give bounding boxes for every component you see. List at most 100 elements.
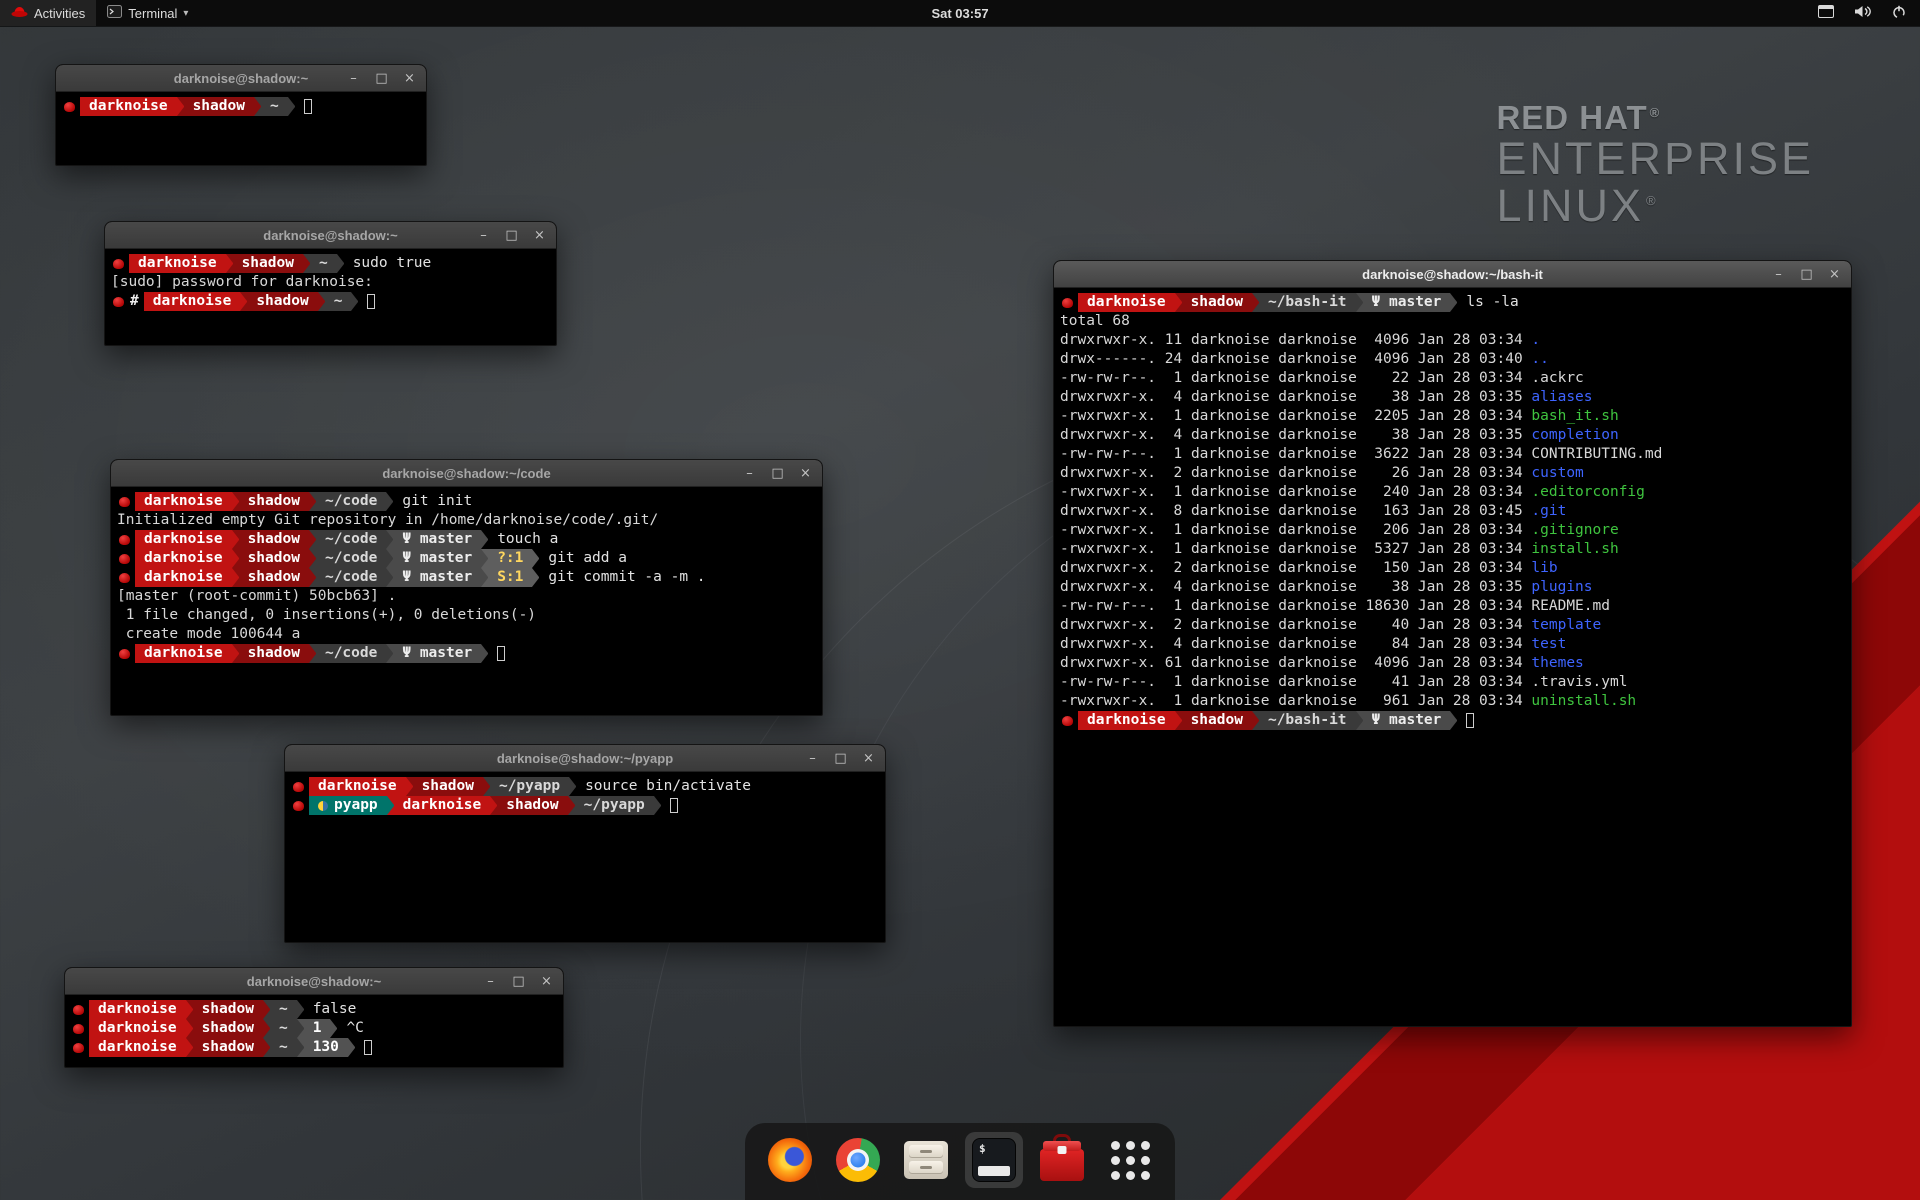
redhat-prompt-icon	[293, 782, 304, 792]
window-controls: – □ ×	[743, 460, 812, 486]
powerline-separator-icon	[337, 254, 344, 273]
clock[interactable]: Sat 03:57	[931, 6, 988, 21]
file-name: plugins	[1531, 579, 1592, 595]
prompt-segment-path: ~/code	[316, 530, 386, 549]
terminal-content[interactable]: darknoiseshadow~	[56, 92, 426, 121]
command-text: sudo true	[353, 254, 432, 273]
terminal-content[interactable]: darknoiseshadow~falsedarknoiseshadow~1^C…	[65, 995, 563, 1062]
powerline-separator-icon	[297, 1019, 304, 1038]
output-line: total 68	[1060, 312, 1845, 331]
close-button[interactable]: ×	[862, 752, 875, 765]
file-name: lib	[1531, 560, 1557, 576]
window-titlebar[interactable]: darknoise@shadow:~–□×	[105, 222, 556, 249]
powerline-separator-icon	[1252, 711, 1259, 730]
minimize-button[interactable]: –	[477, 229, 490, 242]
desktop: { "colors": { "seg_user_bg": "#c11312", …	[0, 0, 1920, 1200]
prompt-segment-user: darknoise	[89, 1038, 186, 1057]
terminal-window-2[interactable]: darknoise@shadow:~/code–□×darknoiseshado…	[110, 459, 823, 716]
powerline-separator-icon	[263, 1000, 270, 1019]
maximize-button[interactable]: □	[834, 752, 847, 765]
prompt-segment-host: shadow	[193, 1000, 263, 1019]
close-button[interactable]: ×	[540, 975, 553, 988]
file-name: completion	[1531, 427, 1618, 443]
redhat-prompt-icon	[293, 801, 304, 811]
powerline-separator-icon	[654, 796, 661, 815]
powerline-separator-icon	[481, 644, 488, 663]
file-list-line: drwxrwxr-x. 11 darknoise darknoise 4096 …	[1060, 331, 1845, 350]
prompt-segment-host: shadow	[497, 796, 567, 815]
window-titlebar[interactable]: darknoise@shadow:~–□×	[65, 968, 563, 995]
prompt-segment-user: darknoise	[80, 97, 177, 116]
maximize-button[interactable]: □	[375, 72, 388, 85]
activities-button[interactable]: Activities	[0, 0, 96, 26]
close-button[interactable]: ×	[799, 467, 812, 480]
prompt-segment-user: darknoise	[129, 254, 226, 273]
terminal-window-1[interactable]: darknoise@shadow:~–□×darknoiseshadow~sud…	[104, 221, 557, 346]
window-titlebar[interactable]: darknoise@shadow:~–□×	[56, 65, 426, 92]
powerline-separator-icon	[1175, 711, 1182, 730]
close-button[interactable]: ×	[1828, 268, 1841, 281]
powerline-separator-icon	[351, 292, 358, 311]
minimize-button[interactable]: –	[1772, 268, 1785, 281]
maximize-button[interactable]: □	[1800, 268, 1813, 281]
window-titlebar[interactable]: darknoise@shadow:~/pyapp–□×	[285, 745, 885, 772]
prompt-line: darknoiseshadow~/bash-itΨ masterls -la	[1060, 293, 1845, 312]
chrome-dock-item[interactable]	[829, 1132, 887, 1188]
terminal-dock-item[interactable]: $	[965, 1132, 1023, 1188]
toolbox-icon	[1040, 1149, 1084, 1181]
prompt-segment-path: ~	[261, 97, 288, 116]
root-indicator: #	[129, 292, 144, 311]
powerline-separator-icon	[481, 530, 488, 549]
terminal-content[interactable]: darknoiseshadow~sudo true[sudo] password…	[105, 249, 556, 316]
window-titlebar[interactable]: darknoise@shadow:~/code–□×	[111, 460, 822, 487]
terminal-window-0[interactable]: darknoise@shadow:~–□×darknoiseshadow~	[55, 64, 427, 166]
powerline-separator-icon	[569, 777, 576, 796]
prompt-segment-path: ~/pyapp	[490, 777, 569, 796]
python-icon	[318, 801, 328, 811]
window-controls: – □ ×	[347, 65, 416, 91]
terminal-content[interactable]: darknoiseshadow~/bash-itΨ masterls -lato…	[1054, 288, 1851, 735]
powerline-separator-icon	[297, 1038, 304, 1057]
power-icon[interactable]	[1892, 5, 1906, 22]
window-titlebar[interactable]: darknoise@shadow:~/bash-it–□×	[1054, 261, 1851, 288]
command-text: git commit -a -m .	[548, 568, 705, 587]
apps-dock-item[interactable]	[1101, 1132, 1159, 1188]
terminal-window-5[interactable]: darknoise@shadow:~/bash-it–□×darknoisesh…	[1053, 260, 1852, 1027]
file-name: .travis.yml	[1531, 674, 1627, 690]
maximize-button[interactable]: □	[771, 467, 784, 480]
terminal-window-4[interactable]: darknoise@shadow:~–□×darknoiseshadow~fal…	[64, 967, 564, 1068]
file-list-line: -rwxrwxr-x. 1 darknoise darknoise 961 Ja…	[1060, 692, 1845, 711]
prompt-segment-path: ~/code	[316, 568, 386, 587]
files-dock-item[interactable]	[897, 1132, 955, 1188]
output-line: [sudo] password for darknoise:	[111, 273, 550, 292]
powerline-separator-icon	[232, 568, 239, 587]
terminal-window-3[interactable]: darknoise@shadow:~/pyapp–□×darknoiseshad…	[284, 744, 886, 943]
firefox-dock-item[interactable]	[761, 1132, 819, 1188]
minimize-button[interactable]: –	[806, 752, 819, 765]
close-button[interactable]: ×	[403, 72, 416, 85]
screen-icon[interactable]	[1818, 5, 1834, 21]
toolbox-dock-item[interactable]	[1033, 1132, 1091, 1188]
minimize-button[interactable]: –	[484, 975, 497, 988]
terminal-content[interactable]: darknoiseshadow~/pyappsource bin/activat…	[285, 772, 885, 820]
powerline-separator-icon	[1356, 293, 1363, 312]
powerline-separator-icon	[1252, 293, 1259, 312]
app-menu-terminal[interactable]: Terminal ▾	[96, 0, 199, 26]
file-list-line: -rwxrwxr-x. 1 darknoise darknoise 2205 J…	[1060, 407, 1845, 426]
file-list-line: drwxrwxr-x. 2 darknoise darknoise 40 Jan…	[1060, 616, 1845, 635]
terminal-prompt-glyph: $	[979, 1142, 986, 1155]
close-button[interactable]: ×	[533, 229, 546, 242]
command-text: ls -la	[1466, 293, 1518, 312]
maximize-button[interactable]: □	[505, 229, 518, 242]
prompt-line: darknoiseshadow~1^C	[71, 1019, 557, 1038]
maximize-button[interactable]: □	[512, 975, 525, 988]
volume-icon[interactable]	[1854, 5, 1872, 21]
prompt-segment-user: darknoise	[144, 292, 241, 311]
terminal-content[interactable]: darknoiseshadow~/codegit initInitialized…	[111, 487, 822, 668]
minimize-button[interactable]: –	[347, 72, 360, 85]
file-name: aliases	[1531, 389, 1592, 405]
minimize-button[interactable]: –	[743, 467, 756, 480]
drawer	[909, 1145, 943, 1158]
prompt-segment-host: shadow	[193, 1019, 263, 1038]
powerline-separator-icon	[186, 1000, 193, 1019]
